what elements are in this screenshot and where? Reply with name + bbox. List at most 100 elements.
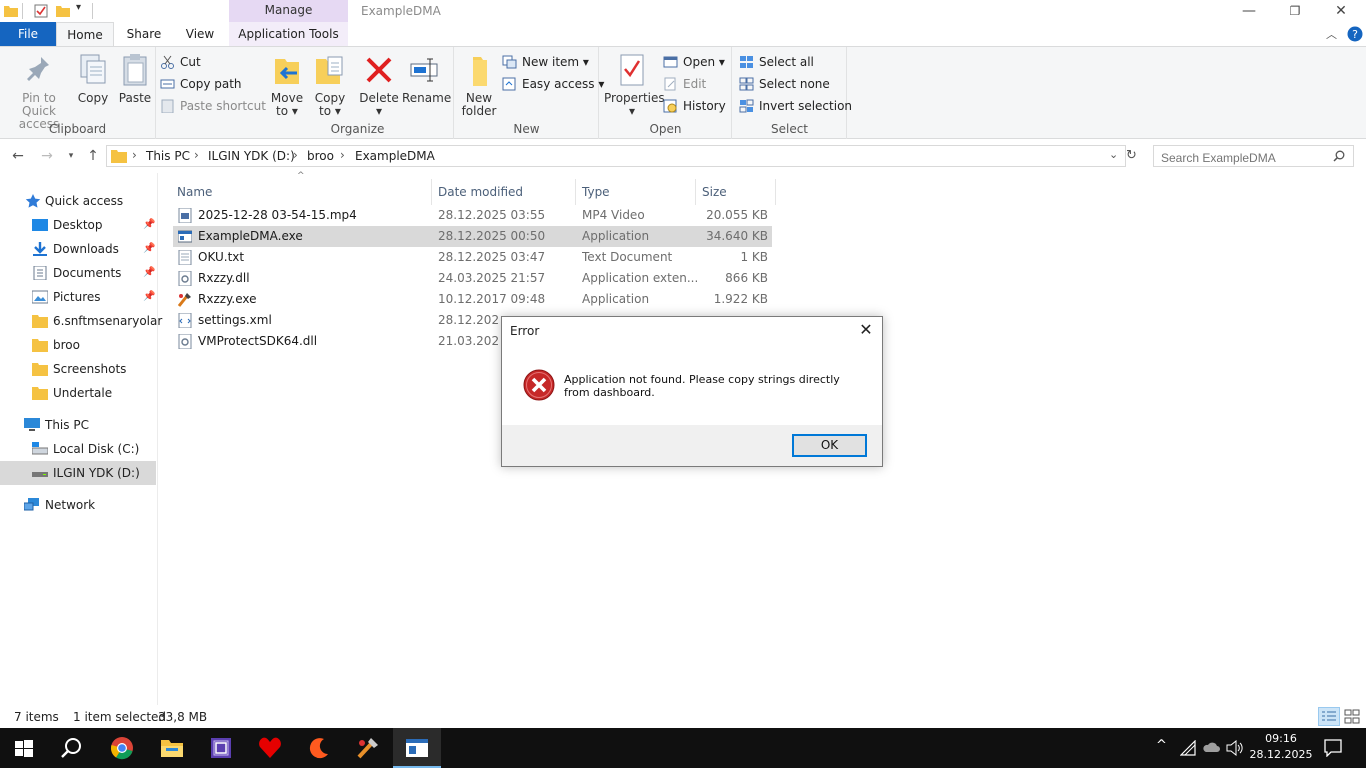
select-none-button[interactable]: Select none: [739, 74, 830, 94]
start-button[interactable]: [0, 728, 48, 768]
new-folder-qat-icon[interactable]: [56, 4, 70, 18]
paste-button[interactable]: Paste: [118, 53, 152, 105]
taskbar-undertale[interactable]: [246, 728, 294, 768]
customize-qat-icon[interactable]: ▾: [76, 2, 81, 13]
nav-local-disk-c[interactable]: Local Disk (C:): [0, 437, 156, 461]
rename-button[interactable]: Rename: [402, 53, 451, 105]
address-dropdown-icon[interactable]: ⌄: [1109, 148, 1118, 161]
taskbar-app-crescent[interactable]: [295, 728, 343, 768]
file-row[interactable]: Rxzzy.exe 10.12.2017 09:48 Application 1…: [173, 289, 772, 310]
help-icon[interactable]: ?: [1347, 26, 1363, 42]
copy-path-icon: [160, 79, 175, 89]
tab-share[interactable]: Share: [118, 22, 170, 46]
dialog-close-button[interactable]: ✕: [856, 320, 876, 340]
ok-button[interactable]: OK: [792, 434, 867, 457]
recent-locations-icon[interactable]: ▾: [62, 147, 80, 165]
history-button[interactable]: History: [663, 96, 726, 116]
restore-button[interactable]: ❐: [1272, 0, 1318, 22]
system-clock[interactable]: 09:16 28.12.2025: [1248, 731, 1314, 763]
easy-access-button[interactable]: Easy access ▾: [502, 74, 604, 94]
breadcrumb-exampledma[interactable]: ExampleDMA: [355, 149, 435, 163]
volume-icon[interactable]: [1226, 740, 1244, 756]
breadcrumb-broo[interactable]: broo: [307, 149, 334, 163]
file-row[interactable]: OKU.txt 28.12.2025 03:47 Text Document 1…: [173, 247, 772, 268]
breadcrumb-this-pc[interactable]: This PC: [146, 149, 190, 163]
up-arrow-icon[interactable]: ↑: [84, 147, 102, 165]
breadcrumb-chevron-icon[interactable]: ›: [194, 148, 199, 162]
close-button[interactable]: ✕: [1318, 0, 1364, 22]
dialog-footer: OK: [502, 425, 882, 466]
folder-icon: [111, 150, 127, 163]
copy-to-button[interactable]: Copy to ▾: [310, 53, 350, 118]
tab-application-tools[interactable]: Application Tools: [229, 22, 348, 46]
properties-button[interactable]: Properties ▾: [604, 53, 665, 118]
onedrive-cloud-icon[interactable]: [1202, 741, 1220, 753]
forward-arrow-icon[interactable]: →: [38, 147, 56, 165]
folder-icon: [32, 339, 48, 352]
column-header-date-modified[interactable]: Date modified: [432, 179, 576, 205]
delete-button[interactable]: Delete ▾: [358, 53, 400, 118]
refresh-icon[interactable]: ↻: [1126, 148, 1137, 163]
nav-this-pc[interactable]: This PC: [0, 413, 156, 437]
taskbar-chrome[interactable]: [98, 728, 146, 768]
application-window-icon: [406, 739, 428, 757]
show-hidden-icons-icon[interactable]: ^: [1156, 738, 1167, 753]
drive-icon: [32, 472, 48, 477]
column-header-type[interactable]: Type: [576, 179, 696, 205]
file-row[interactable]: 2025-12-28 03-54-15.mp4 28.12.2025 03:55…: [173, 205, 772, 226]
tab-view[interactable]: View: [176, 22, 224, 46]
breadcrumb-drive[interactable]: ILGIN YDK (D:): [208, 149, 295, 163]
cut-button[interactable]: Cut: [160, 52, 201, 72]
pin-icon: 📌: [143, 291, 156, 302]
new-item-button[interactable]: New item ▾: [502, 52, 589, 72]
nav-pictures[interactable]: Pictures 📌: [0, 285, 156, 309]
nav-network[interactable]: Network: [0, 493, 156, 517]
file-row[interactable]: Rxzzy.dll 24.03.2025 21:57 Application e…: [173, 268, 772, 289]
wifi-icon[interactable]: [1180, 740, 1196, 756]
taskbar-search-button[interactable]: [48, 728, 96, 768]
column-header-name[interactable]: Name: [171, 179, 432, 205]
breadcrumb-chevron-icon[interactable]: ›: [293, 148, 298, 162]
minimize-button[interactable]: —: [1226, 0, 1272, 22]
tab-home[interactable]: Home: [56, 22, 114, 47]
file-name: settings.xml: [198, 313, 272, 327]
copy-path-button[interactable]: Copy path: [160, 74, 242, 94]
pin-to-quick-access-button[interactable]: Pin to Quick access: [4, 53, 74, 131]
paste-shortcut-button[interactable]: Paste shortcut: [160, 96, 266, 116]
large-icons-view-icon[interactable]: [1343, 707, 1361, 726]
tab-file[interactable]: File: [0, 22, 56, 46]
address-bar[interactable]: › This PC › ILGIN YDK (D:) › broo › Exam…: [106, 145, 1126, 167]
nav-folder-screenshots[interactable]: Screenshots: [0, 357, 156, 381]
edit-button[interactable]: Edit: [663, 74, 706, 94]
taskbar-app-chip[interactable]: [197, 728, 245, 768]
file-row[interactable]: ExampleDMA.exe 28.12.2025 00:50 Applicat…: [173, 226, 772, 247]
column-header-size[interactable]: Size: [696, 179, 776, 205]
open-button[interactable]: Open ▾: [663, 52, 725, 72]
nav-folder-broo[interactable]: broo: [0, 333, 156, 357]
nav-desktop[interactable]: Desktop 📌: [0, 213, 156, 237]
move-to-button[interactable]: Move to ▾: [266, 53, 308, 118]
nav-quick-access[interactable]: Quick access: [0, 189, 156, 213]
nav-folder-undertale[interactable]: Undertale: [0, 381, 156, 405]
select-all-button[interactable]: Select all: [739, 52, 814, 72]
invert-selection-button[interactable]: Invert selection: [739, 96, 852, 116]
notifications-icon[interactable]: [1324, 739, 1342, 757]
breadcrumb-chevron-icon[interactable]: ›: [340, 148, 345, 162]
xml-file-icon: [178, 313, 192, 328]
breadcrumb-chevron-icon[interactable]: ›: [132, 148, 137, 162]
taskbar-file-explorer[interactable]: [148, 728, 196, 768]
nav-documents[interactable]: Documents 📌: [0, 261, 156, 285]
taskbar-injector[interactable]: [344, 728, 392, 768]
collapse-ribbon-icon[interactable]: ︿: [1326, 26, 1337, 42]
copy-button[interactable]: Copy: [76, 53, 110, 105]
details-view-icon[interactable]: [1318, 707, 1340, 726]
nav-downloads[interactable]: Downloads 📌: [0, 237, 156, 261]
properties-qat-icon[interactable]: [34, 4, 48, 18]
pin-icon: 📌: [143, 267, 156, 278]
back-arrow-icon[interactable]: ←: [9, 147, 27, 165]
search-input[interactable]: [1153, 145, 1354, 167]
new-folder-button[interactable]: New folder: [459, 53, 499, 118]
taskbar-exampledma-active[interactable]: [393, 728, 441, 768]
nav-ilgin-ydk-d[interactable]: ILGIN YDK (D:): [0, 461, 156, 485]
nav-folder-6snftmsenaryolar[interactable]: 6.snftmsenaryolar: [0, 309, 162, 333]
